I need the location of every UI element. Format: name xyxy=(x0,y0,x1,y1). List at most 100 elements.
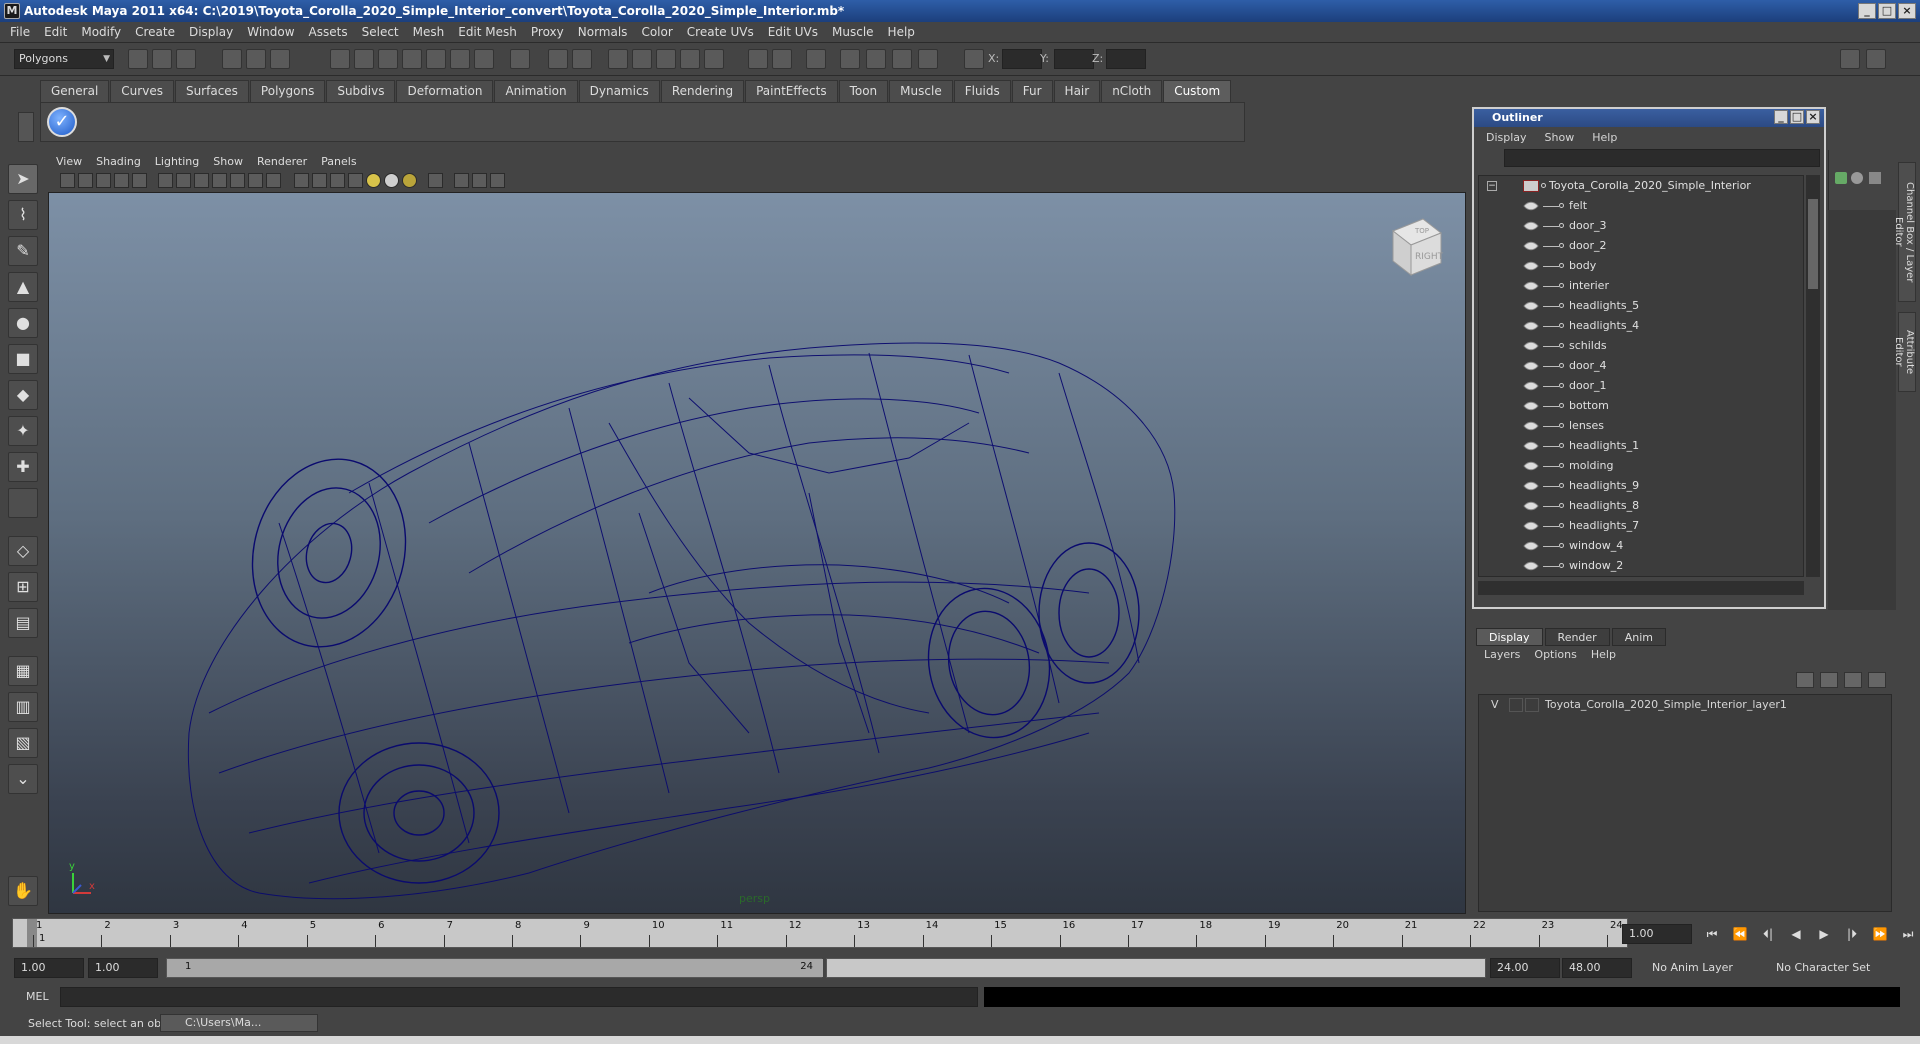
new-layer-from-selected-icon[interactable] xyxy=(1868,672,1886,688)
grid-icon[interactable] xyxy=(158,173,173,188)
shelf-tab-toon[interactable]: Toon xyxy=(838,80,889,102)
shelf-options-icon[interactable] xyxy=(18,112,34,142)
layer-menu-layers[interactable]: Layers xyxy=(1484,648,1520,661)
play-backward-button[interactable]: ◀ xyxy=(1784,924,1808,944)
z-field[interactable] xyxy=(1106,49,1146,69)
outliner-minimize-button[interactable]: _ xyxy=(1774,110,1788,124)
resolution-gate-icon[interactable] xyxy=(194,173,209,188)
share-icon[interactable] xyxy=(490,173,505,188)
history-icon[interactable] xyxy=(608,49,628,69)
go-to-start-button[interactable]: ⏮ xyxy=(1700,924,1724,944)
lasso-icon[interactable] xyxy=(748,49,768,69)
shelf-tab-rendering[interactable]: Rendering xyxy=(660,80,745,102)
shelf-tab-painteffects[interactable]: PaintEffects xyxy=(745,80,838,102)
outliner-vertical-scrollbar[interactable] xyxy=(1806,175,1820,577)
tab-channel-box-layer-editor[interactable]: Channel Box / Layer Editor xyxy=(1893,162,1916,302)
play-forward-button[interactable]: ▶ xyxy=(1812,924,1836,944)
menu-mesh[interactable]: Mesh xyxy=(413,25,445,39)
panel-icon[interactable] xyxy=(806,49,826,69)
layer-menu-options[interactable]: Options xyxy=(1534,648,1576,661)
four-view-layout-icon[interactable]: ⊞ xyxy=(8,572,38,602)
sound-icon[interactable] xyxy=(918,49,938,69)
shelf-tab-polygons[interactable]: Polygons xyxy=(249,80,326,102)
menu-assets[interactable]: Assets xyxy=(309,25,348,39)
outliner-horizontal-scrollbar[interactable] xyxy=(1478,581,1804,595)
all-lights-icon[interactable] xyxy=(384,173,399,188)
outliner-menu-help[interactable]: Help xyxy=(1592,131,1617,144)
current-frame-field[interactable]: 1.00 xyxy=(1622,924,1692,944)
outliner-filter-field[interactable] xyxy=(1504,149,1820,167)
channel-box-toggle-icon[interactable] xyxy=(1866,49,1886,69)
gate-mask-icon[interactable] xyxy=(212,173,227,188)
persp-outliner-layout-icon[interactable]: ▤ xyxy=(8,608,38,638)
checkmark-icon[interactable]: ✓ xyxy=(47,107,77,137)
menu-set-dropdown[interactable]: Polygons ▼ xyxy=(14,49,114,69)
outliner-menu-display[interactable]: Display xyxy=(1486,131,1527,144)
minimized-window[interactable]: C:\Users\Ma... xyxy=(160,1014,318,1032)
perspective-viewport[interactable]: TOP RIGHT y x persp xyxy=(48,192,1466,914)
menu-select[interactable]: Select xyxy=(362,25,399,39)
snap-plane-icon[interactable] xyxy=(402,49,422,69)
render-view-icon[interactable] xyxy=(840,49,860,69)
soft-mod-tool-icon[interactable]: ✦ xyxy=(8,416,38,446)
save-scene-icon[interactable] xyxy=(176,49,196,69)
outliner-close-button[interactable]: × xyxy=(1806,110,1820,124)
channel-icon[interactable] xyxy=(1835,172,1847,184)
numeric-input-icon[interactable] xyxy=(964,49,984,69)
menu-proxy[interactable]: Proxy xyxy=(531,25,564,39)
close-button[interactable]: × xyxy=(1898,3,1916,19)
render-frame-icon[interactable] xyxy=(632,49,652,69)
outliner-maximize-button[interactable]: □ xyxy=(1790,110,1804,124)
menu-file[interactable]: File xyxy=(10,25,30,39)
layout-options-icon[interactable]: ⌄ xyxy=(8,764,38,794)
shelf-tab-surfaces[interactable]: Surfaces xyxy=(174,80,249,102)
shelf-tab-fur[interactable]: Fur xyxy=(1011,80,1053,102)
single-perspective-layout-icon[interactable]: ◇ xyxy=(8,536,38,566)
outliner-item[interactable]: headlights_7 xyxy=(1479,516,1803,536)
viewport-menu-panels[interactable]: Panels xyxy=(321,155,356,168)
menu-window[interactable]: Window xyxy=(247,25,294,39)
outliner-item[interactable]: headlights_4 xyxy=(1479,316,1803,336)
layout-icon[interactable] xyxy=(772,49,792,69)
shelf-tab-muscle[interactable]: Muscle xyxy=(889,80,953,102)
shelf-tab-subdivs[interactable]: Subdivs xyxy=(326,80,396,102)
isolate-select-icon[interactable] xyxy=(428,173,443,188)
move-layer-up-icon[interactable] xyxy=(1796,672,1814,688)
select-object-icon[interactable] xyxy=(246,49,266,69)
outliner-item[interactable]: molding xyxy=(1479,456,1803,476)
input-ops-icon[interactable] xyxy=(548,49,568,69)
outliner-item[interactable]: headlights_9 xyxy=(1479,476,1803,496)
layer-tab-anim[interactable]: Anim xyxy=(1611,628,1666,646)
x-field[interactable] xyxy=(1002,49,1042,69)
menu-modify[interactable]: Modify xyxy=(81,25,121,39)
shelf-tab-animation[interactable]: Animation xyxy=(494,80,578,102)
playback-start-field[interactable]: 1.00 xyxy=(88,958,158,978)
snap-misc-icon[interactable] xyxy=(474,49,494,69)
maximize-button[interactable]: □ xyxy=(1878,3,1896,19)
outliner-item[interactable]: interier xyxy=(1479,276,1803,296)
rotate-tool-icon[interactable]: ● xyxy=(8,308,38,338)
view-cube[interactable]: TOP RIGHT xyxy=(1385,211,1445,281)
viewport-menu-shading[interactable]: Shading xyxy=(96,155,141,168)
step-forward-key-button[interactable]: ⏩ xyxy=(1868,924,1892,944)
outliner-item[interactable]: headlights_8 xyxy=(1479,496,1803,516)
open-scene-icon[interactable] xyxy=(152,49,172,69)
playback-end-field[interactable]: 24.00 xyxy=(1490,958,1560,978)
channel-options-icon[interactable] xyxy=(1851,172,1863,184)
layer-menu-help[interactable]: Help xyxy=(1591,648,1616,661)
layer-color-swatch[interactable] xyxy=(1525,698,1539,712)
outliner-item[interactable]: door_2 xyxy=(1479,236,1803,256)
minimize-button[interactable]: _ xyxy=(1858,3,1876,19)
render-settings-icon[interactable] xyxy=(680,49,700,69)
snap-view-icon[interactable] xyxy=(450,49,470,69)
layer-type-toggle[interactable] xyxy=(1509,698,1523,712)
viewport-menu-lighting[interactable]: Lighting xyxy=(155,155,199,168)
snap-grid-icon[interactable] xyxy=(330,49,350,69)
bookmark-icon[interactable] xyxy=(96,173,111,188)
layer-visibility-toggle[interactable]: V xyxy=(1491,695,1499,715)
shelf-tab-deformation[interactable]: Deformation xyxy=(396,80,494,102)
manipulator-tool-icon[interactable]: ◆ xyxy=(8,380,38,410)
ipr-render-icon[interactable] xyxy=(656,49,676,69)
outliner-item[interactable]: door_4 xyxy=(1479,356,1803,376)
shadows-icon[interactable] xyxy=(402,173,417,188)
